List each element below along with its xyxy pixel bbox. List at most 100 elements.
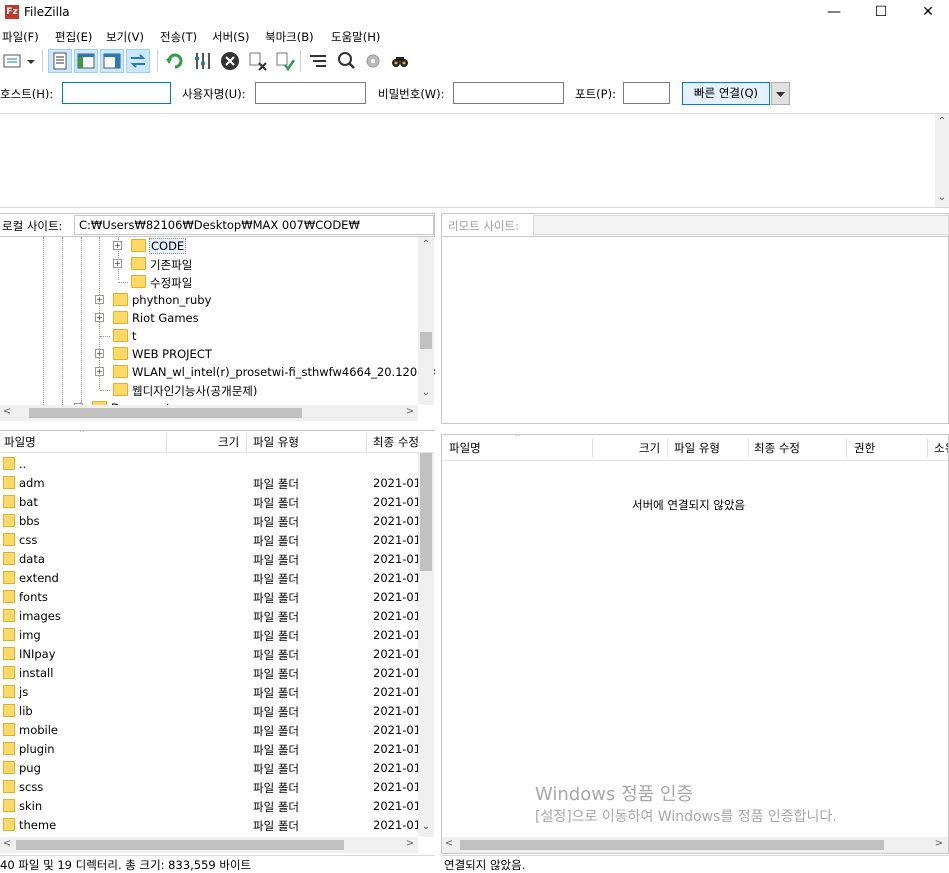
cancel-icon[interactable] [218,49,242,73]
col-size[interactable]: 크기 [635,437,660,459]
file-row[interactable]: theme 파일 폴더 2021-01 [0,815,418,834]
file-row[interactable]: plugin 파일 폴더 2021-01 [0,739,418,758]
file-row[interactable]: bbs 파일 폴더 2021-01 [0,511,418,530]
expand-icon[interactable]: + [95,313,104,322]
tree-item[interactable]: 웹디자인기능사(공개문제) [0,381,418,399]
scroll-right-icon[interactable]: > [403,406,417,417]
expand-icon[interactable]: + [113,241,122,250]
file-row[interactable]: bat 파일 폴더 2021-01 [0,492,418,511]
file-row[interactable]: scss 파일 폴더 2021-01 [0,777,418,796]
local-tree[interactable]: + CODE + 기존파일 수정파일 + phython_ruby + Riot Games t +… [0,237,435,424]
tree-item[interactable]: t [0,327,418,345]
site-manager-icon[interactable] [1,49,25,73]
filter-icon[interactable] [306,49,330,73]
scroll-right-icon[interactable]: > [403,838,417,849]
minimize-button[interactable]: — [811,0,857,26]
remote-tree[interactable] [441,237,949,424]
local-tree-scrollbar[interactable]: ⌃ ⌄ [418,237,434,405]
col-modified[interactable]: 최종 수정 [750,437,800,459]
local-file-scrollbar[interactable]: ⌄ [418,453,434,837]
file-row[interactable]: mobile 파일 폴더 2021-01 [0,720,418,739]
file-row[interactable]: img 파일 폴더 2021-01 [0,625,418,644]
menu-transfer[interactable]: 전송(T) [160,29,197,45]
expand-icon[interactable]: + [113,259,122,268]
menu-view[interactable]: 보기(V) [106,29,144,45]
toggle-local-tree-icon[interactable] [74,49,98,73]
tree-item[interactable]: + WLAN_wl_intel(r)_prosetwi-fi_sthwfw4664… [0,363,435,381]
file-row[interactable]: data 파일 폴더 2021-01 [0,549,418,568]
password-input[interactable] [453,82,564,104]
dropdown-arrow-icon[interactable] [24,49,38,73]
file-row[interactable]: images 파일 폴더 2021-01 [0,606,418,625]
tree-item[interactable]: + CODE [0,237,418,255]
remote-file-hscrollbar[interactable]: < > [442,837,948,853]
search-icon[interactable] [388,49,412,73]
menu-file[interactable]: 파일(F) [2,29,39,45]
col-permissions[interactable]: 권한 [850,437,875,459]
quickconnect-button[interactable]: 빠른 연결(Q) [682,82,770,105]
scroll-left-icon[interactable]: < [442,838,456,849]
col-modified[interactable]: 최종 수정 [369,431,419,453]
tree-item[interactable]: + 기존파일 [0,255,418,273]
file-row[interactable]: adm 파일 폴더 2021-01 [0,473,418,492]
file-row[interactable]: pug 파일 폴더 2021-01 [0,758,418,777]
expand-icon[interactable]: + [95,349,104,358]
menu-bookmarks[interactable]: 북마크(B) [265,29,314,45]
col-owner[interactable]: 소유 [930,437,948,459]
process-queue-icon[interactable] [191,49,215,73]
host-input[interactable] [62,82,171,104]
toggle-queue-icon[interactable] [126,49,150,73]
col-filename[interactable]: 파일명 [0,431,36,453]
menu-help[interactable]: 도움말(H) [331,29,380,45]
tree-item[interactable]: + Riot Games [0,309,418,327]
quickconnect-dropdown-icon[interactable] [771,82,790,105]
tree-item[interactable]: + phython_ruby [0,291,418,309]
refresh-icon[interactable] [163,49,187,73]
local-path-input[interactable]: C:₩Users₩82106₩Desktop₩MAX 007₩CODE₩ [74,215,434,235]
file-row[interactable]: skin 파일 폴더 2021-01 [0,796,418,815]
tree-item[interactable]: + WEB PROJECT [0,345,418,363]
file-row[interactable]: install 파일 폴더 2021-01 [0,663,418,682]
file-row[interactable]: .. [0,454,418,473]
reconnect-icon[interactable] [273,49,297,73]
compare-icon[interactable] [334,49,358,73]
maximize-button[interactable]: ☐ [858,0,904,26]
toggle-log-icon[interactable] [48,49,72,73]
scroll-down-icon[interactable]: ⌄ [418,821,434,832]
disconnect-icon[interactable] [246,49,270,73]
col-type[interactable]: 파일 유형 [249,431,299,453]
tree-item[interactable]: 수정파일 [0,273,418,291]
scroll-left-icon[interactable]: < [0,406,14,417]
col-filename[interactable]: 파일명 [445,437,481,459]
menu-edit[interactable]: 편집(E) [55,29,92,45]
col-size[interactable]: 크기 [214,431,239,453]
toggle-remote-tree-icon[interactable] [100,49,124,73]
message-log-scrollbar[interactable]: ⌃ ⌄ [935,114,949,207]
expand-icon[interactable]: + [95,295,104,304]
remote-file-list[interactable]: 파일명 ⌃ 크기 파일 유형 최종 수정 권한 소유 서버에 연결되지 않았음 … [441,434,949,854]
file-row[interactable]: INIpay 파일 폴더 2021-01 [0,644,418,663]
file-row[interactable]: extend 파일 폴더 2021-01 [0,568,418,587]
message-log[interactable]: ⌃ ⌄ [0,113,949,208]
scroll-up-icon[interactable]: ⌃ [418,239,434,250]
file-row[interactable]: js 파일 폴더 2021-01 [0,682,418,701]
close-button[interactable]: ✕ [905,0,949,26]
scroll-up-icon[interactable]: ⌃ [935,116,949,127]
scroll-down-icon[interactable]: ⌄ [935,192,949,203]
local-file-hscrollbar[interactable]: < > [0,837,418,853]
port-input[interactable] [623,82,670,104]
menu-server[interactable]: 서버(S) [212,29,249,45]
col-type[interactable]: 파일 유형 [670,437,720,459]
user-input[interactable] [255,82,366,104]
remote-path-input[interactable] [533,215,949,235]
file-row[interactable]: lib 파일 폴더 2021-01 [0,701,418,720]
scroll-right-icon[interactable]: > [932,838,946,849]
scroll-left-icon[interactable]: < [0,838,14,849]
file-row[interactable]: fonts 파일 폴더 2021-01 [0,587,418,606]
scroll-down-icon[interactable]: ⌄ [418,387,434,398]
local-file-list[interactable]: 파일명 ⌃ 크기 파일 유형 최종 수정 .. adm 파일 폴더 2021-01 ba… [0,430,435,854]
expand-icon[interactable]: + [95,367,104,376]
sync-browse-icon[interactable] [361,49,385,73]
file-row[interactable]: css 파일 폴더 2021-01 [0,530,418,549]
local-tree-hscrollbar[interactable]: < > [0,405,418,421]
